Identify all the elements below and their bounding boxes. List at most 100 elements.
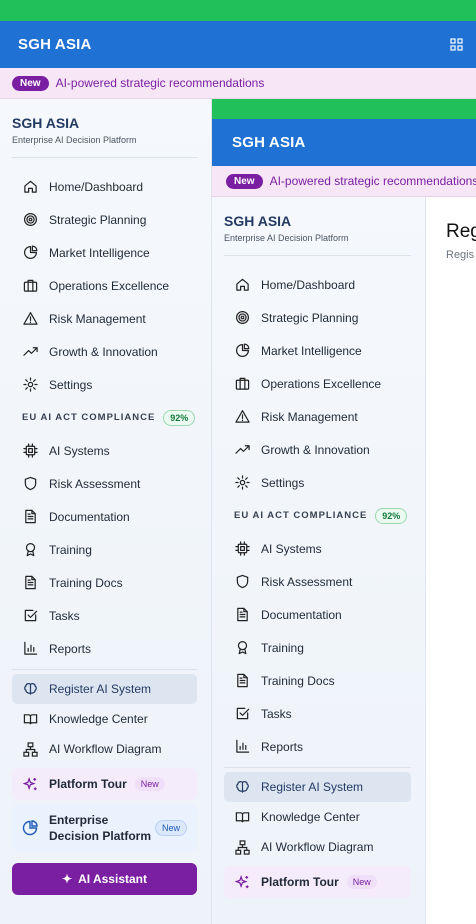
sidebar-item-ai-systems[interactable]: AI Systems bbox=[0, 434, 211, 467]
page-subtitle: Regis bbox=[446, 249, 475, 261]
compliance-label: EU AI ACT COMPLIANCE bbox=[22, 412, 156, 423]
bar-chart-icon bbox=[22, 641, 38, 657]
sidebar-item-ai-workflow-diagram[interactable]: AI Workflow Diagram bbox=[0, 734, 211, 764]
award-icon bbox=[22, 542, 38, 558]
warning-icon bbox=[234, 409, 250, 425]
page-title: Regi bbox=[446, 221, 476, 242]
sidebar-item-label: Reports bbox=[261, 739, 304, 754]
book-icon bbox=[22, 711, 38, 727]
shield-icon bbox=[234, 574, 250, 590]
sidebar-item-label: Training bbox=[49, 542, 92, 557]
sidebar-item-tasks[interactable]: Tasks bbox=[0, 599, 211, 632]
sidebar-item-risk-management[interactable]: Risk Management bbox=[212, 400, 425, 433]
sidebar-item-strategic-planning[interactable]: Strategic Planning bbox=[0, 203, 211, 236]
sidebar-item-platform-tour[interactable]: Platform Tour New bbox=[224, 866, 411, 898]
brain-icon bbox=[234, 779, 250, 795]
sidebar-item-label: Home/Dashboard bbox=[49, 179, 144, 194]
sidebar-item-risk-assessment[interactable]: Risk Assessment bbox=[0, 467, 211, 500]
gear-icon bbox=[22, 377, 38, 393]
top-green-bar bbox=[0, 0, 476, 21]
target-icon bbox=[234, 310, 250, 326]
divider bbox=[224, 255, 411, 256]
sidebar-item-knowledge-center[interactable]: Knowledge Center bbox=[0, 704, 211, 734]
sidebar-item-label: Market Intelligence bbox=[49, 245, 150, 260]
document-icon bbox=[22, 509, 38, 525]
sidebar-item-settings[interactable]: Settings bbox=[212, 466, 425, 499]
divider bbox=[224, 767, 411, 768]
sidebar-item-knowledge-center[interactable]: Knowledge Center bbox=[212, 802, 425, 832]
sidebar-item-growth-innovation[interactable]: Growth & Innovation bbox=[0, 335, 211, 368]
new-badge: New bbox=[154, 820, 187, 836]
sidebar-brand: SGH ASIA Enterprise AI Decision Platform bbox=[0, 99, 211, 145]
ai-assistant-button[interactable]: ✦ AI Assistant bbox=[12, 863, 197, 895]
sidebar-item-settings[interactable]: Settings bbox=[0, 368, 211, 401]
sidebar-item-label: Enterprise Decision Platform bbox=[49, 812, 152, 843]
workflow-icon bbox=[22, 741, 38, 757]
sidebar-item-label: Strategic Planning bbox=[261, 310, 359, 325]
app-header: SGH ASIA bbox=[0, 21, 476, 68]
briefcase-icon bbox=[22, 278, 38, 294]
chip-icon bbox=[234, 541, 250, 557]
sidebar-item-label: Risk Management bbox=[49, 311, 146, 326]
sidebar-item-risk-assessment[interactable]: Risk Assessment bbox=[212, 565, 425, 598]
sidebar-item-reports[interactable]: Reports bbox=[0, 632, 211, 665]
compliance-nav: AI Systems Risk Assessment Documentation Tr… bbox=[0, 434, 211, 665]
sidebar-item-platform-tour[interactable]: Platform Tour New bbox=[12, 768, 197, 800]
new-badge: New bbox=[226, 173, 263, 189]
announcement-banner: New AI-powered strategic recommendations bbox=[212, 166, 476, 197]
embedded-preview-frame: SGH ASIA New AI-powered strategic recomm… bbox=[212, 99, 476, 924]
banner-message[interactable]: AI-powered strategic recommendations bbox=[56, 76, 265, 90]
sidebar-item-training[interactable]: Training bbox=[0, 533, 211, 566]
banner-message[interactable]: AI-powered strategic recommendations bbox=[270, 174, 476, 188]
pie-chart-icon bbox=[22, 245, 38, 261]
sidebar-item-risk-management[interactable]: Risk Management bbox=[0, 302, 211, 335]
main-content: Regi Regis bbox=[426, 197, 476, 924]
sidebar-item-label: AI Systems bbox=[49, 443, 110, 458]
shield-icon bbox=[22, 476, 38, 492]
sidebar-item-reports[interactable]: Reports bbox=[212, 730, 425, 763]
sidebar-item-training-docs[interactable]: Training Docs bbox=[0, 566, 211, 599]
sidebar-item-ai-systems[interactable]: AI Systems bbox=[212, 532, 425, 565]
sidebar-nav: Home/Dashboard Strategic Planning Market I… bbox=[0, 170, 211, 401]
sidebar-item-label: AI Workflow Diagram bbox=[261, 840, 374, 854]
sidebar-item-label: Market Intelligence bbox=[261, 343, 362, 358]
top-green-bar bbox=[212, 99, 476, 119]
sidebar-item-register-ai-system[interactable]: Register AI System bbox=[12, 674, 197, 704]
sidebar-item-label: Risk Management bbox=[261, 409, 358, 424]
sidebar-item-documentation[interactable]: Documentation bbox=[0, 500, 211, 533]
grid-menu-icon[interactable] bbox=[448, 37, 464, 53]
new-badge: New bbox=[134, 777, 165, 791]
sidebar-item-label: Knowledge Center bbox=[49, 712, 148, 726]
divider bbox=[12, 157, 197, 158]
sidebar-item-training-docs[interactable]: Training Docs bbox=[212, 664, 425, 697]
sidebar-item-market-intelligence[interactable]: Market Intelligence bbox=[0, 236, 211, 269]
announcement-banner: New AI-powered strategic recommendations bbox=[0, 68, 476, 99]
sidebar-item-label: Strategic Planning bbox=[49, 212, 147, 227]
sidebar-item-label: Tasks bbox=[49, 608, 80, 623]
warning-icon bbox=[22, 311, 38, 327]
sidebar-item-label: Operations Excellence bbox=[49, 278, 170, 293]
sidebar-item-label: Training bbox=[261, 640, 304, 655]
sidebar-brand: SGH ASIA Enterprise AI Decision Platform bbox=[212, 197, 425, 243]
sidebar-item-label: Knowledge Center bbox=[261, 810, 360, 824]
sidebar-subtitle: Enterprise AI Decision Platform bbox=[12, 135, 137, 145]
sidebar-item-strategic-planning[interactable]: Strategic Planning bbox=[212, 301, 425, 334]
document-icon bbox=[234, 607, 250, 623]
sidebar-item-documentation[interactable]: Documentation bbox=[212, 598, 425, 631]
sidebar-title: SGH ASIA bbox=[224, 213, 292, 229]
sidebar-item-enterprise-decision-platform[interactable]: Enterprise Decision Platform New bbox=[12, 805, 197, 851]
sidebar-item-ai-workflow-diagram[interactable]: AI Workflow Diagram bbox=[212, 832, 425, 862]
sidebar-item-operations-excellence[interactable]: Operations Excellence bbox=[0, 269, 211, 302]
sidebar-item-market-intelligence[interactable]: Market Intelligence bbox=[212, 334, 425, 367]
sidebar-item-operations-excellence[interactable]: Operations Excellence bbox=[212, 367, 425, 400]
app-header: SGH ASIA bbox=[212, 119, 476, 166]
compliance-nav: AI Systems Risk Assessment Documentation Tr… bbox=[212, 532, 425, 763]
sidebar: SGH ASIA Enterprise AI Decision Platform… bbox=[212, 197, 426, 924]
sidebar-item-register-ai-system[interactable]: Register AI System bbox=[224, 772, 411, 802]
sidebar-item-home-dashboard[interactable]: Home/Dashboard bbox=[212, 268, 425, 301]
sidebar-item-tasks[interactable]: Tasks bbox=[212, 697, 425, 730]
sidebar-item-home-dashboard[interactable]: Home/Dashboard bbox=[0, 170, 211, 203]
sidebar-item-label: Growth & Innovation bbox=[261, 442, 370, 457]
sidebar-item-training[interactable]: Training bbox=[212, 631, 425, 664]
sidebar-item-growth-innovation[interactable]: Growth & Innovation bbox=[212, 433, 425, 466]
